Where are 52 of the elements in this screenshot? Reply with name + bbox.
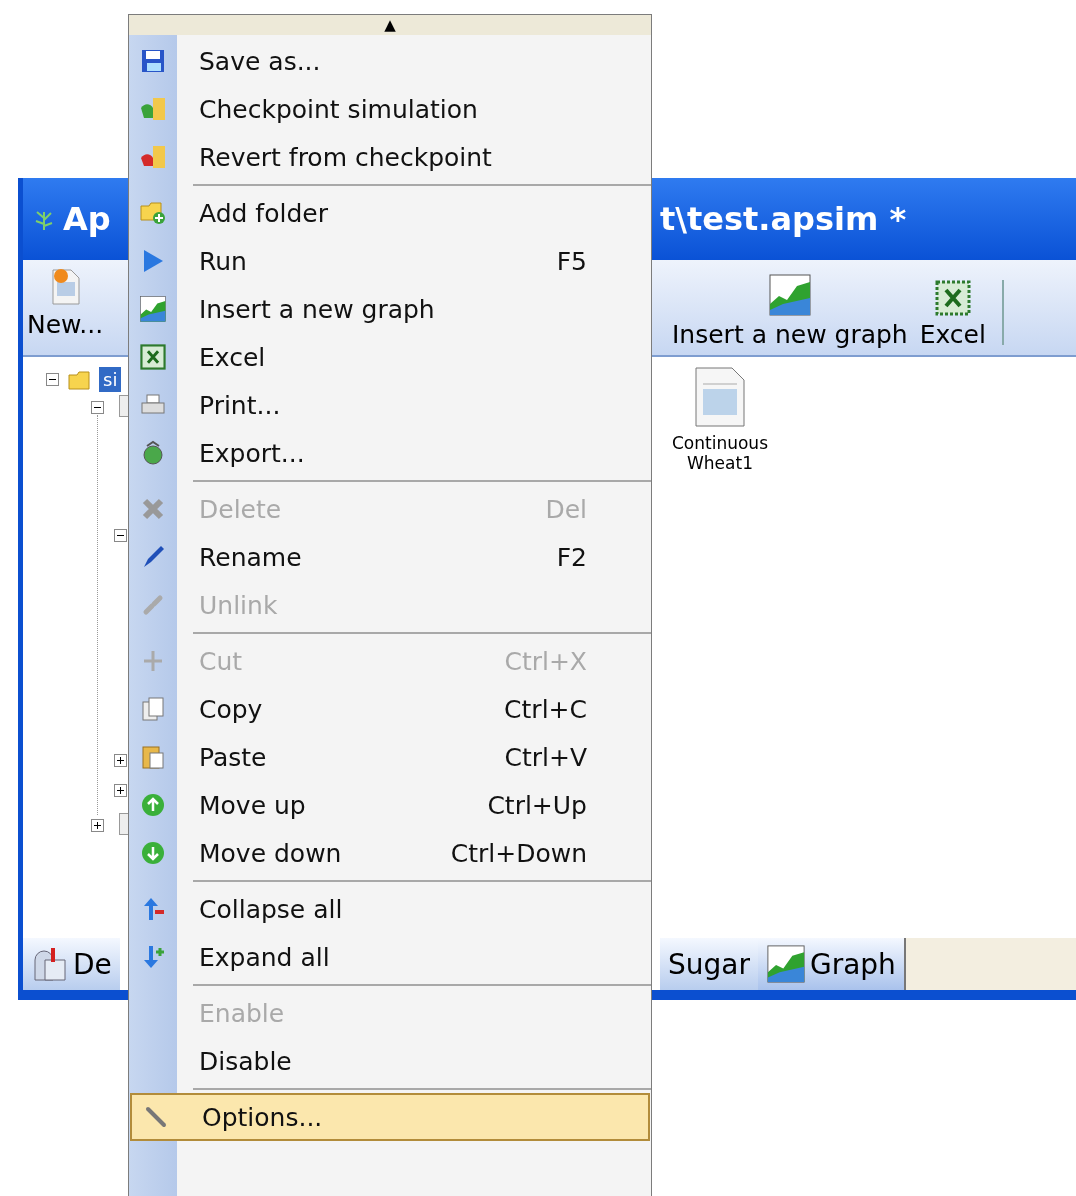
collapse-icon [141, 896, 165, 922]
menu-item[interactable]: Copy Ctrl+C [129, 685, 651, 733]
menu-item[interactable]: Rename F2 [129, 533, 651, 581]
scroll-up-button[interactable]: ▲ [129, 15, 651, 35]
menu-item[interactable]: Collapse all [129, 885, 651, 933]
pen-icon [141, 544, 165, 570]
clipboard-icon [141, 744, 165, 770]
excel-button[interactable]: Excel [915, 260, 990, 355]
tree-node-label[interactable]: si [99, 367, 122, 392]
expand-toggle-icon[interactable] [91, 819, 104, 832]
menu-item[interactable]: Checkpoint simulation [129, 85, 651, 133]
expand-toggle-icon[interactable] [114, 784, 127, 797]
spreadsheet-icon [140, 344, 166, 370]
globe-icon [141, 440, 165, 466]
menu-item[interactable]: Options... [130, 1093, 650, 1141]
graph-button[interactable]: Insert a new graph [668, 260, 912, 355]
sugar-tab[interactable]: Sugar [660, 938, 758, 990]
collapse-toggle-icon[interactable] [114, 529, 127, 542]
new-button[interactable]: New... [23, 260, 108, 345]
mailbox-tab[interactable]: De [23, 938, 120, 990]
menu-item[interactable]: Paste Ctrl+V [129, 733, 651, 781]
menu-item[interactable]: Disable [129, 1037, 651, 1085]
menu-item[interactable]: Insert a new graph [129, 285, 651, 333]
menu-item[interactable]: Save as... [129, 37, 651, 85]
menu-item[interactable]: Expand all [129, 933, 651, 981]
menu-item[interactable]: Run F5 [129, 237, 651, 285]
window-title: Ap [63, 200, 111, 238]
menu-item[interactable]: Revert from checkpoint [129, 133, 651, 181]
menu-item[interactable]: Print... [129, 381, 651, 429]
graph-tab[interactable]: Graph [757, 938, 906, 990]
menu-item[interactable]: Add folder [129, 189, 651, 237]
spreadsheet-icon [934, 280, 971, 316]
collapse-toggle-icon[interactable] [46, 373, 59, 386]
menu-item[interactable]: Move down Ctrl+Down [129, 829, 651, 877]
delete-icon [141, 497, 165, 521]
graph-icon [140, 296, 166, 322]
expand-toggle-icon[interactable] [114, 754, 127, 767]
mailbox-icon [31, 946, 69, 982]
graph-icon [768, 274, 811, 316]
menu-item[interactable]: Export... [129, 429, 651, 477]
play-icon [141, 248, 165, 274]
printer-icon [140, 393, 166, 417]
folder-icon [67, 368, 91, 391]
window-title: t\test.apsim * [660, 200, 907, 238]
copy-icon [141, 696, 165, 722]
collapse-toggle-icon[interactable] [91, 401, 104, 414]
menu-item[interactable]: Excel [129, 333, 651, 381]
graph-icon [765, 945, 806, 983]
folder-plus-icon [139, 200, 167, 226]
expand-icon [141, 944, 165, 970]
menu-item[interactable]: Move up Ctrl+Up [129, 781, 651, 829]
file-label[interactable]: Continuous Wheat1 [665, 433, 775, 473]
